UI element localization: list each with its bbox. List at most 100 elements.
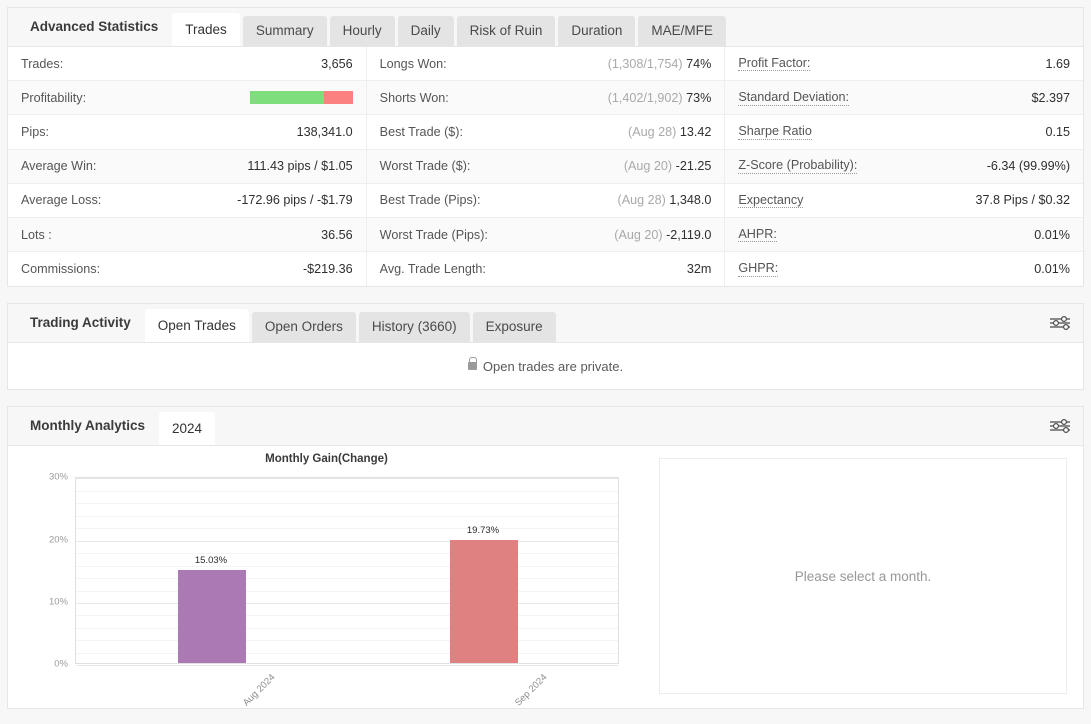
stat-value: -$219.36 xyxy=(303,262,353,276)
stat-value-main: -$219.36 xyxy=(302,262,353,277)
monthly-analytics-title: Monthly Analytics xyxy=(30,418,146,434)
stat-value: 36.56 xyxy=(321,228,353,242)
stat-value-main: $2.397 xyxy=(1031,90,1071,105)
stat-value-main: -21.25 xyxy=(675,159,712,174)
stat-value-main: 0.01% xyxy=(1034,262,1071,277)
monthly-analytics-tab-2024[interactable]: 2024 xyxy=(159,412,216,446)
stat-value: -6.34 (99.99%) xyxy=(987,159,1070,173)
chart-gridline xyxy=(76,627,618,629)
stat-value-main: 3,656 xyxy=(321,56,353,71)
advanced-statistics-tab-risk-of-ruin[interactable]: Risk of Ruin xyxy=(456,16,556,46)
settings-sliders-icon[interactable] xyxy=(1047,312,1073,334)
stat-value: 32m xyxy=(687,262,712,276)
stat-row: Trades: 3,656 xyxy=(8,47,366,82)
chart-gridline xyxy=(76,490,618,492)
statistics-column-1: Trades: 3,656 Profitability: Pips: 138,341.0… xyxy=(8,47,366,287)
chart-gridline xyxy=(76,528,618,530)
stat-label[interactable]: Sharpe Ratio xyxy=(738,124,812,140)
stat-value-context: (1,402/1,902) xyxy=(607,90,687,105)
stat-row: Pips: 138,341.0 xyxy=(8,115,366,150)
trading-activity-tab-open-trades[interactable]: Open Trades xyxy=(144,309,249,343)
stat-value-main: 74% xyxy=(686,56,712,71)
chart-gridline xyxy=(76,515,618,517)
statistics-table: Trades: 3,656 Profitability: Pips: 138,341.0… xyxy=(8,47,1084,287)
advanced-statistics-tab-summary[interactable]: Summary xyxy=(242,16,327,46)
stat-value: 0.01% xyxy=(1034,262,1070,276)
trading-activity-tabstrip: Trading Activity Open Trades Open Orders H… xyxy=(8,304,1083,344)
stat-value: (Aug 28) 1,348.0 xyxy=(618,193,712,207)
stat-value: (Aug 20) -21.25 xyxy=(624,159,712,173)
stat-value-main: 138,341.0 xyxy=(296,124,353,139)
stat-value: 111.43 pips / $1.05 xyxy=(247,159,352,173)
chart-gridline xyxy=(76,602,618,604)
chart-x-tick-label: Sep 2024 xyxy=(512,672,550,709)
monthly-analytics-tabstrip: Monthly Analytics 2024 xyxy=(8,407,1083,447)
chart-gridline xyxy=(76,615,618,617)
advanced-statistics-tab-mae-mfe[interactable]: MAE/MFE xyxy=(638,16,726,46)
month-detail-panel[interactable]: Please select a month. xyxy=(659,458,1067,695)
trading-activity-tab-history-3660[interactable]: History (3660) xyxy=(358,312,470,343)
stat-label[interactable]: AHPR: xyxy=(738,227,777,243)
advanced-statistics-tab-duration[interactable]: Duration xyxy=(558,16,636,46)
open-trades-private-message: Open trades are private. xyxy=(482,358,624,374)
stat-value-context: (Aug 28) xyxy=(628,124,680,139)
stat-value-context: (1,308/1,754) xyxy=(607,56,687,71)
stat-value-main: 0.15 xyxy=(1045,124,1071,139)
trading-activity-tab-exposure[interactable]: Exposure xyxy=(472,312,556,343)
stat-label: Lots : xyxy=(21,227,52,242)
stat-row: Best Trade (Pips): (Aug 28) 1,348.0 xyxy=(366,183,725,218)
advanced-statistics-title: Advanced Statistics xyxy=(30,19,159,34)
stat-row: Z-Score (Probability): -6.34 (99.99%) xyxy=(725,149,1084,184)
stat-label: Profitability: xyxy=(21,90,87,105)
stat-row: AHPR: 0.01% xyxy=(725,217,1084,253)
monthly-analytics-tabs: 2024 xyxy=(159,412,218,446)
trading-activity-tabs: Open Trades Open Orders History (3660) Expo… xyxy=(144,309,559,343)
advanced-statistics-tab-daily[interactable]: Daily xyxy=(397,16,454,46)
profitability-bar-loss xyxy=(323,91,353,105)
advanced-statistics-tab-trades[interactable]: Trades xyxy=(172,13,240,46)
stat-label[interactable]: Standard Deviation: xyxy=(738,90,849,106)
chart-y-tick-label: 10% xyxy=(48,596,68,608)
stat-value: 37.8 Pips / $0.32 xyxy=(975,193,1070,207)
stat-row: Profitability: xyxy=(8,81,366,116)
stat-value-main: -172.96 pips / -$1.79 xyxy=(237,193,353,208)
chart-bar[interactable] xyxy=(450,540,518,664)
stat-label: Avg. Trade Length: xyxy=(379,262,486,277)
stat-value-main: 0.01% xyxy=(1034,227,1071,242)
stat-label[interactable]: GHPR: xyxy=(738,261,779,277)
stat-value-context: (Aug 20) xyxy=(614,227,667,242)
stat-value: 1.69 xyxy=(1046,57,1071,71)
stat-label[interactable]: Z-Score (Probability): xyxy=(738,158,858,174)
lock-icon xyxy=(467,357,478,371)
stat-value-main: -6.34 (99.99%) xyxy=(986,159,1071,174)
stat-label: Average Loss: xyxy=(21,193,102,208)
chart-gridline xyxy=(76,640,618,642)
advanced-statistics-tab-hourly[interactable]: Hourly xyxy=(329,16,395,46)
stat-label: Commissions: xyxy=(21,262,101,277)
stat-label[interactable]: Profit Factor: xyxy=(738,56,811,72)
profitability-bar-win xyxy=(249,91,324,105)
stat-value-main: 36.56 xyxy=(321,227,353,242)
chart-y-tick-label: 0% xyxy=(54,658,68,670)
trading-activity-body: Open trades are private. xyxy=(8,343,1083,390)
trading-activity-tab-open-orders[interactable]: Open Orders xyxy=(251,312,356,343)
advanced-statistics-tabstrip: Advanced Statistics Trades Summary Hourly D… xyxy=(8,8,1083,47)
stat-label[interactable]: Expectancy xyxy=(738,193,804,209)
chart-bar[interactable] xyxy=(178,569,246,664)
stat-value-main: 1.69 xyxy=(1045,56,1071,71)
stat-value: 0.15 xyxy=(1046,125,1071,139)
stat-value-context: (Aug 28) xyxy=(617,193,670,208)
stat-value: (1,402/1,902) 73% xyxy=(608,91,712,105)
settings-sliders-icon[interactable] xyxy=(1047,415,1073,437)
chart-gridline xyxy=(76,503,618,505)
stat-row: Best Trade ($): (Aug 28) 13.42 xyxy=(366,115,725,150)
stat-value-context: (Aug 20) xyxy=(623,159,676,174)
stat-value-main: -2,119.0 xyxy=(666,227,712,242)
chart-y-tick-label: 20% xyxy=(48,534,68,546)
chart-plot-area xyxy=(75,477,619,667)
chart-gridline xyxy=(76,553,618,555)
chart-x-tick-label: Aug 2024 xyxy=(240,672,278,709)
monthly-analytics-body: Monthly Gain(Change) 0% 10% 20% 30% Aug 202… xyxy=(8,446,1083,709)
profitability-bar xyxy=(249,91,353,105)
stat-row: Standard Deviation: $2.397 xyxy=(725,81,1084,116)
